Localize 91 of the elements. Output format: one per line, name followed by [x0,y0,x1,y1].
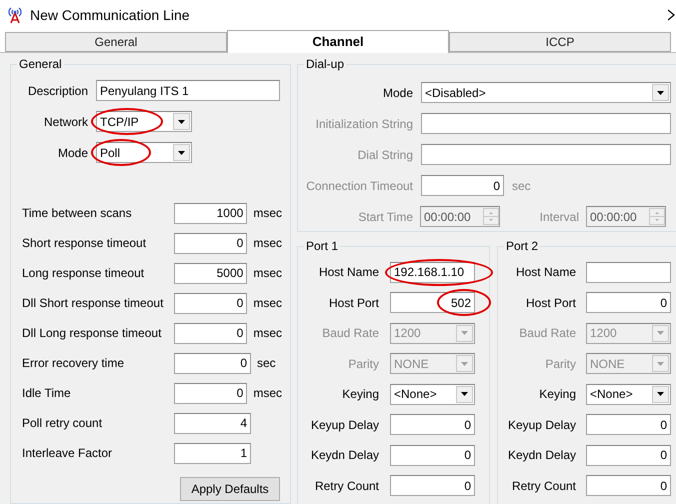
dropdown-button[interactable] [652,386,669,403]
field-label: Host Name [514,264,576,282]
field-label: Keyup Delay [506,416,576,434]
field-label: Keyup Delay [310,416,379,434]
field-label: Mode [382,84,413,102]
caret-icon [657,331,664,336]
unit-label: msec [253,295,282,312]
field-label: Interval [538,208,579,226]
dropdown[interactable]: <None> [586,384,671,405]
field-label: Error recovery time [22,355,126,372]
input-field[interactable]: 4 [174,412,251,434]
dropdown-button[interactable] [173,144,190,161]
field-label: Dial String [356,146,413,164]
dropdown[interactable]: <None> [390,384,475,405]
caret-icon [178,120,185,124]
tab[interactable]: Channel [227,30,449,53]
input-field[interactable] [421,144,671,165]
field-label: Keydn Delay [310,447,379,464]
field-label: Retry Count [314,478,379,495]
unit-label: msec [253,205,282,222]
field-label: Short response timeout [22,235,148,252]
caret-icon [657,90,664,94]
input-field[interactable]: 0 [586,444,671,466]
caret-icon [178,150,185,154]
dropdown[interactable]: Poll [96,142,192,163]
input-field[interactable]: 0 [390,444,475,466]
caret-icon [461,362,468,366]
input-field[interactable]: 0 [174,232,248,254]
field-label: Dll Long response timeout [22,325,162,342]
field-label: Baud Rate [518,325,576,342]
field-label: Idle Time [22,385,72,402]
unit-label: sec [512,178,531,194]
field-label: Interleave Factor [22,445,114,462]
field-label: Keydn Delay [506,447,576,464]
unit-label: msec [253,325,282,342]
dropdown-button[interactable] [173,113,190,130]
unit-label: msec [253,385,282,402]
field-label: Network [42,114,88,130]
field-label: Long response timeout [22,265,146,282]
caret-icon [461,331,468,336]
field-label: Baud Rate [321,325,379,342]
input-field[interactable]: 5000 [174,262,248,284]
input-field[interactable]: 0 [174,292,248,314]
field-label: Mode [56,144,88,162]
field-label: Retry Count [510,478,576,495]
group-title: Dial-up [304,56,346,72]
apply-defaults-button[interactable]: Apply Defaults [180,477,280,501]
input-field[interactable]: Penyulang ITS 1 [96,80,280,101]
field-label: Host Port [524,294,576,312]
close-icon[interactable] [668,9,676,21]
field-label: Parity [347,356,379,373]
input-field[interactable] [421,113,671,134]
unit-label: msec [253,235,282,252]
field-label: Start Time [357,208,413,226]
field-label: Poll retry count [22,415,104,432]
caret-icon [657,362,664,366]
input-field[interactable]: 0 [390,414,475,436]
field-label: Initialization String [314,116,413,132]
input-field[interactable]: 0 [174,382,248,404]
antenna-icon [7,6,23,24]
field-label: Connection Timeout [305,178,413,194]
input-field[interactable]: 0 [174,352,251,374]
input-field[interactable]: 0 [390,475,475,496]
input-field[interactable]: 192.168.1.10 [390,262,475,283]
input-field[interactable]: 0 [586,292,671,314]
window-title: New Communication Line [30,6,190,24]
input-field[interactable]: 0 [586,414,671,436]
input-field[interactable]: 1000 [174,202,248,224]
tab[interactable]: ICCP [449,32,671,52]
field-label: Host Name [318,264,379,282]
field-label: Keying [538,386,576,404]
dropdown-button[interactable] [456,386,473,403]
input-field[interactable] [586,262,671,283]
input-field[interactable]: 1 [174,442,251,464]
dropdown-button[interactable] [652,84,669,101]
input-field[interactable]: 0 [586,475,671,496]
field-label: Parity [544,356,576,373]
dropdown[interactable]: <Disabled> [421,82,671,103]
field-label: Keying [341,386,379,404]
input-field[interactable]: 502 [390,292,475,314]
field-label: Time between scans [22,205,133,222]
field-label: Dll Short response timeout [22,295,164,312]
field-label: Host Port [328,294,379,312]
dropdown[interactable]: TCP/IP [96,111,192,132]
caret-icon [461,392,468,396]
unit-label: sec [257,355,276,372]
field-label: Description [26,82,88,100]
input-field[interactable]: 0 [174,322,248,344]
unit-label: msec [253,265,282,282]
caret-icon [657,392,664,396]
tab[interactable]: General [5,32,227,52]
